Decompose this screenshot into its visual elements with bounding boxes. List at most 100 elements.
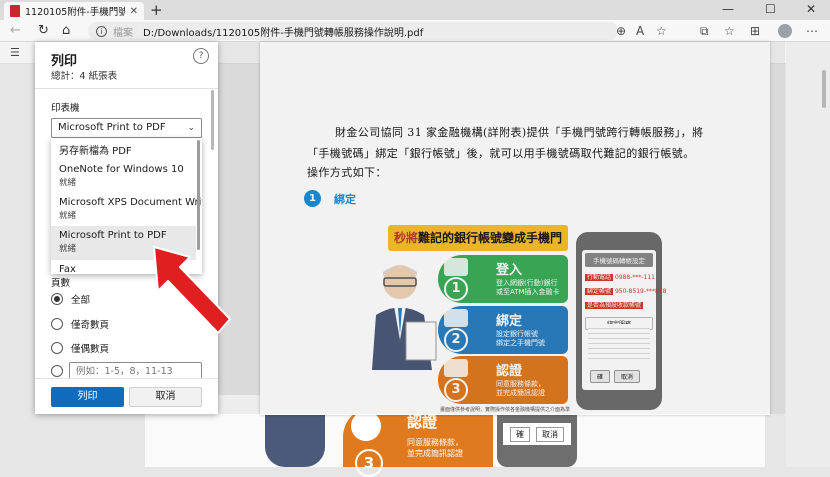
more-menu-icon[interactable]: ⋯ — [806, 24, 818, 38]
contents-icon[interactable]: ☰ — [10, 46, 20, 59]
card-title: 認證 — [496, 364, 523, 379]
pages-option-custom[interactable] — [51, 365, 63, 377]
cancel-button[interactable]: 取消 — [129, 387, 202, 407]
new-tab-button[interactable]: + — [150, 1, 163, 19]
tab-bar: 1120105附件-手機門號轉帳服務 ✕ + — ☐ ✕ — [0, 0, 830, 20]
chevron-down-icon: ⌄ — [187, 123, 195, 133]
close-window-button[interactable]: ✕ — [806, 2, 816, 16]
pages-label: 頁數 — [51, 278, 71, 289]
phone-card-icon — [444, 258, 468, 276]
scroll-thumb[interactable] — [822, 70, 826, 108]
footnote: 畫面僅供參考說明，實際操作依各金融機構提供之介面為準 — [440, 407, 571, 413]
pages-option-even[interactable]: 僅偶數頁 — [51, 341, 109, 355]
check-icon — [444, 359, 468, 377]
banner-highlight: 秒將 — [393, 231, 418, 245]
terms-text — [588, 324, 650, 362]
zoom-icon[interactable]: ⊕ — [616, 24, 626, 38]
printer-option-xps[interactable]: Microsoft XPS Document Writer 就緒 — [51, 197, 202, 221]
printer-select[interactable]: Microsoft Print to PDF ⌄ — [51, 118, 202, 138]
default-account-label: 是否為預設收款帳號 — [585, 302, 644, 309]
pages-option-all[interactable]: 全部 — [51, 292, 90, 306]
help-icon[interactable]: ? — [193, 48, 209, 64]
cancel-label: 取消 — [536, 426, 564, 442]
profile-avatar[interactable] — [778, 24, 792, 38]
printer-option-save-pdf[interactable]: 另存新檔為 PDF — [51, 142, 196, 157]
split-screen-icon[interactable]: ⧉ — [700, 24, 709, 39]
person-illustration — [372, 265, 437, 370]
radio[interactable] — [51, 342, 63, 354]
scroll-thumb[interactable] — [211, 90, 214, 150]
card-title: 綁定 — [496, 314, 523, 329]
step-number-badge: 1 — [304, 190, 321, 207]
check-icon — [351, 411, 381, 441]
sheet-count: 總計：4 紙張表 — [51, 71, 118, 82]
option-name: Microsoft XPS Document Writer — [59, 197, 202, 208]
url-field[interactable]: i 檔案 D:/Downloads/1120105附件-手機門號轉帳服務操作說明… — [88, 22, 618, 40]
printer-label: 印表機 — [51, 103, 80, 114]
scroll-thumb[interactable] — [197, 140, 200, 250]
card-number: 3 — [444, 378, 468, 402]
dialog-divider — [35, 88, 218, 89]
radio[interactable] — [51, 365, 63, 377]
url-text: D:/Downloads/1120105附件-手機門號轉帳服務操作說明.pdf — [143, 27, 424, 39]
minimize-button[interactable]: — — [722, 2, 734, 16]
phone-illustration: 手機號碼轉帳設定 行動電話 0988-***-111 綁定帳號 950-8519… — [576, 232, 666, 410]
link-icon — [444, 309, 468, 327]
print-button[interactable]: 列印 — [51, 387, 124, 407]
phone-header: 手機號碼轉帳設定 — [585, 253, 653, 267]
printer-selected-value: Microsoft Print to PDF — [58, 122, 166, 133]
back-icon[interactable]: ← — [10, 23, 21, 38]
radio[interactable] — [51, 318, 63, 330]
option-name: Microsoft Print to PDF — [59, 230, 167, 241]
step-card-certify: 3 認證 同意服務條款， 並完成簡訊認證 — [438, 356, 568, 404]
read-aloud-icon[interactable]: A — [636, 24, 644, 38]
option-status: 就緒 — [59, 211, 77, 221]
confirm-label: 確 — [510, 426, 530, 442]
print-dialog: 列印 總計：4 紙張表 ? 印表機 Microsoft Print to PDF… — [35, 42, 218, 414]
phone-label: 行動電話 — [585, 274, 614, 281]
option-name: 另存新檔為 PDF — [59, 146, 132, 157]
cancel-label: 取消 — [614, 370, 641, 383]
collections-icon[interactable]: ⊞ — [750, 24, 760, 38]
viewer-scrollbar[interactable] — [821, 64, 827, 467]
paragraph-1: 財金公司協同 31 家金融機構(詳附表)提供「手機門號跨行轉帳服務」，將 — [335, 126, 704, 139]
step-number: 3 — [355, 449, 383, 477]
option-status: 就緒 — [59, 178, 77, 188]
option-label: 僅偶數頁 — [71, 344, 110, 355]
close-tab-icon[interactable]: ✕ — [130, 6, 138, 17]
card-number: 2 — [444, 328, 468, 352]
print-preview-page: 財金公司協同 31 家金融機構(詳附表)提供「手機門號跨行轉帳服務」，將 「手機… — [260, 42, 770, 415]
option-label: 全部 — [71, 295, 91, 306]
step-title: 綁定 — [334, 193, 356, 206]
home-icon[interactable]: ⌂ — [62, 23, 70, 38]
phone-screen: 手機號碼轉帳設定 行動電話 0988-***-111 綁定帳號 950-8519… — [582, 250, 666, 390]
account-value: 950-8519-***888 — [614, 288, 667, 295]
card-number: 1 — [444, 277, 468, 301]
dialog-title: 列印 — [51, 54, 78, 69]
card-title: 登入 — [496, 263, 523, 278]
favorites-icon[interactable]: ☆ — [724, 24, 735, 38]
printer-option-onenote[interactable]: OneNote for Windows 10 就緒 — [51, 164, 196, 188]
reload-icon[interactable]: ↻ — [38, 23, 49, 38]
red-arrow-annotation — [153, 246, 231, 334]
tab-title: 1120105附件-手機門號轉帳服務 — [25, 7, 125, 18]
confirm-label: 確 — [590, 370, 611, 383]
option-label: 僅奇數頁 — [71, 320, 110, 331]
option-name: OneNote for Windows 10 — [59, 164, 184, 175]
browser-tab[interactable]: 1120105附件-手機門號轉帳服務 ✕ — [4, 2, 144, 20]
step-card-bind: 2 綁定 設定銀行帳號 綁定之手機門號 — [438, 306, 568, 354]
card-subtitle: 同意服務條款， 並完成簡訊認證 — [496, 380, 545, 397]
info-icon[interactable]: i — [96, 25, 107, 37]
maximize-button[interactable]: ☐ — [765, 2, 776, 16]
infographic-banner: 秒將難記的銀行帳號變成手機門號 — [388, 225, 568, 271]
card-subtitle: 登入網銀(行動)銀行 或至ATM插入金融卡 — [496, 279, 560, 296]
pages-option-odd[interactable]: 僅奇數頁 — [51, 317, 109, 331]
dialog-footer: 列印 取消 — [35, 378, 218, 414]
card-subtitle: 設定銀行帳號 綁定之手機門號 — [496, 330, 545, 347]
account-label: 綁定帳號 — [585, 288, 614, 295]
radio-selected[interactable] — [51, 293, 63, 305]
favorite-icon[interactable]: ☆ — [656, 24, 667, 38]
dialog-scrollbar[interactable] — [210, 90, 215, 390]
url-scheme-label: 檔案 — [113, 27, 133, 39]
pdf-icon — [10, 5, 20, 17]
